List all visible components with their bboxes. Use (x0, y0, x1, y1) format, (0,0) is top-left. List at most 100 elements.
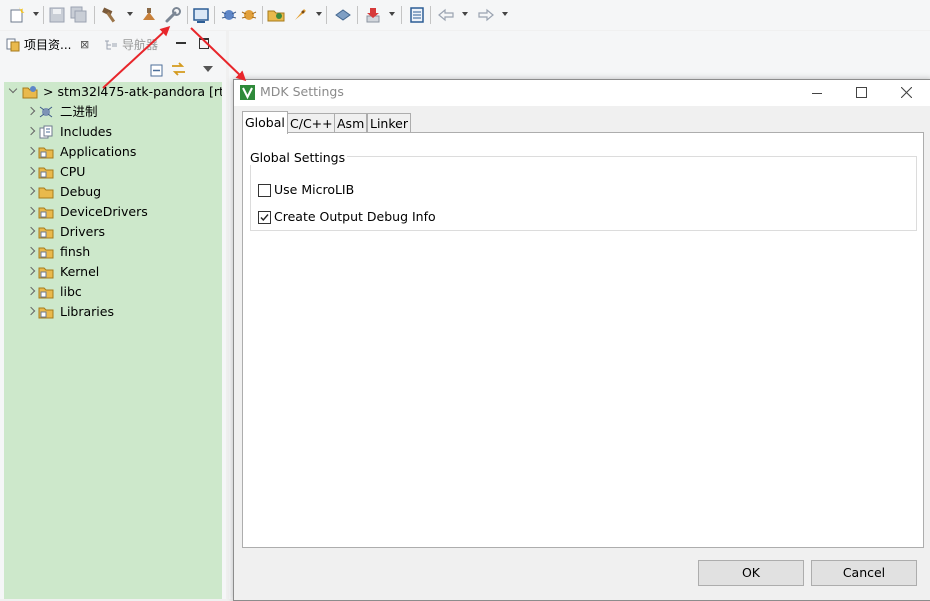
tree-item-label: Applications (60, 144, 137, 159)
project-tree: > stm32l475-atk-pandora [rt-thread] 二进制 … (4, 82, 222, 599)
toolbar-separator (262, 6, 263, 24)
chevron-right-icon[interactable] (26, 206, 36, 216)
tree-item-label: Libraries (60, 304, 114, 319)
maximize-button[interactable] (838, 80, 884, 106)
project-explorer-icon (6, 38, 20, 52)
chevron-right-icon[interactable] (26, 126, 36, 136)
minimize-button[interactable] (794, 80, 840, 106)
chevron-right-icon[interactable] (26, 146, 36, 156)
toolbar-separator (94, 6, 95, 24)
open-folder-icon[interactable] (267, 6, 285, 24)
chevron-down-icon[interactable] (462, 12, 468, 16)
download-icon[interactable] (364, 6, 382, 24)
tree-item-label: Drivers (60, 224, 105, 239)
dialog-titlebar[interactable]: MDK Settings (234, 80, 930, 106)
tab-asm[interactable]: Asm (334, 113, 368, 133)
tree-row-devicedrivers[interactable]: DeviceDrivers (4, 202, 222, 222)
tree-item-label: 二进制 (60, 104, 98, 119)
tab-global[interactable]: Global (242, 111, 288, 134)
binaries-icon (39, 106, 53, 118)
chevron-right-icon[interactable] (26, 166, 36, 176)
tree-item-label: Debug (60, 184, 102, 199)
tree-row-includes[interactable]: Includes (4, 122, 222, 142)
tree-item-label: CPU (60, 164, 86, 179)
chevron-right-icon[interactable] (26, 286, 36, 296)
link-with-editor-icon[interactable] (170, 62, 187, 77)
tab-project-explorer-label: 项目资... (24, 38, 72, 52)
forward-arrow-icon[interactable] (477, 6, 495, 24)
debug-bug-icon[interactable] (220, 6, 238, 24)
create-debug-info-checkbox[interactable] (258, 211, 271, 224)
chevron-right-icon[interactable] (26, 266, 36, 276)
toolbar-separator (187, 6, 188, 24)
tree-row-kernel[interactable]: Kernel (4, 262, 222, 282)
chevron-down-icon[interactable] (33, 12, 39, 16)
tree-row-binaries[interactable]: 二进制 (4, 102, 222, 122)
ok-button[interactable]: OK (698, 560, 804, 586)
save-all-icon[interactable] (70, 6, 88, 24)
wrench-settings-icon[interactable] (164, 6, 182, 24)
folder-icon (38, 187, 54, 199)
close-button[interactable] (884, 80, 930, 106)
tree-row-cpu[interactable]: CPU (4, 162, 222, 182)
new-icon[interactable] (8, 6, 26, 24)
close-icon[interactable]: ⊠ (80, 35, 89, 55)
tab-linker[interactable]: Linker (367, 113, 411, 133)
clean-icon[interactable] (140, 6, 158, 24)
source-folder-icon (38, 227, 54, 239)
tree-row-finsh[interactable]: finsh (4, 242, 222, 262)
project-folder-icon (22, 86, 38, 99)
minimize-icon[interactable] (176, 42, 186, 44)
bug-icon[interactable] (240, 6, 258, 24)
mdk-settings-dialog: MDK Settings Global C/C++ Asm Linker Glo… (233, 79, 930, 601)
use-microlib-checkbox[interactable] (258, 184, 271, 197)
cancel-button[interactable]: Cancel (811, 560, 917, 586)
tree-row-libraries[interactable]: Libraries (4, 302, 222, 322)
tab-navigator-label: 导航器 (122, 38, 159, 52)
close-icon (901, 87, 912, 98)
source-folder-icon (38, 267, 54, 279)
chevron-right-icon[interactable] (26, 186, 36, 196)
save-icon[interactable] (48, 6, 66, 24)
tab-c-cpp[interactable]: C/C++ (287, 113, 336, 133)
chevron-down-icon[interactable] (316, 12, 322, 16)
chevron-right-icon[interactable] (26, 246, 36, 256)
chevron-right-icon[interactable] (26, 226, 36, 236)
tree-row-drivers[interactable]: Drivers (4, 222, 222, 242)
chevron-right-icon[interactable] (26, 106, 36, 116)
toolbar-separator (357, 6, 358, 24)
chevron-down-icon[interactable] (389, 12, 395, 16)
build-hammer-icon[interactable] (101, 6, 119, 24)
tree-item-label: Includes (60, 124, 113, 139)
chevron-down-icon[interactable] (8, 84, 18, 94)
dialog-title: MDK Settings (260, 84, 344, 99)
rocket-icon[interactable] (291, 6, 309, 24)
console-icon[interactable] (192, 6, 210, 24)
view-toolbar (0, 57, 226, 81)
back-arrow-icon[interactable] (437, 6, 455, 24)
panel-icon[interactable] (408, 6, 426, 24)
source-folder-icon (38, 247, 54, 259)
toolbar-separator (214, 6, 215, 24)
toolbar-separator (430, 6, 431, 24)
chevron-down-icon[interactable] (502, 12, 508, 16)
group-title: Global Settings (248, 150, 348, 165)
tree-row-debug[interactable]: Debug (4, 182, 222, 202)
includes-icon (39, 125, 53, 139)
tree-row-libc[interactable]: libc (4, 282, 222, 302)
tree-item-label: DeviceDrivers (60, 204, 148, 219)
use-microlib-label: Use MicroLIB (274, 182, 355, 197)
collapse-all-icon[interactable] (150, 64, 163, 77)
layout-icon[interactable] (334, 6, 352, 24)
tree-row-applications[interactable]: Applications (4, 142, 222, 162)
view-menu-icon[interactable] (203, 66, 213, 72)
maximize-icon[interactable] (199, 38, 209, 49)
source-folder-icon (38, 147, 54, 159)
tree-row-project[interactable]: > stm32l475-atk-pandora [rt-thread] (4, 82, 222, 102)
chevron-down-icon[interactable] (127, 12, 133, 16)
chevron-right-icon[interactable] (26, 306, 36, 316)
app-logo-icon (240, 85, 255, 100)
maximize-icon (856, 87, 867, 98)
view-tab-bar: 项目资... ⊠ 导航器 (0, 31, 226, 57)
project-name: > stm32l475-atk-pandora [rt-thread] (43, 84, 222, 99)
